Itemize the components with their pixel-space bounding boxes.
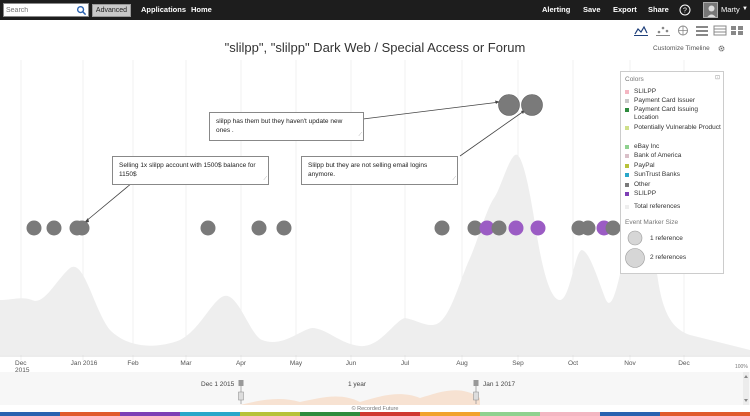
legend-swatch xyxy=(625,108,629,112)
legend-swatch xyxy=(625,90,629,94)
marker-size-1-label: 1 reference xyxy=(650,235,683,242)
axis-label: Jun xyxy=(345,360,357,367)
marker-size-title: Event Marker Size xyxy=(625,219,679,226)
event-callout[interactable]: slilpp has them but they haven't update … xyxy=(209,112,364,141)
event-marker-large[interactable] xyxy=(521,94,543,116)
resize-handle-icon[interactable]: ⟋ xyxy=(358,131,362,140)
axis-label-text: 2015 xyxy=(15,367,30,374)
calendar-icon[interactable] xyxy=(238,380,244,386)
calendar-icon[interactable] xyxy=(473,380,479,386)
axis-label: Jul xyxy=(400,360,410,367)
legend-label: Other xyxy=(634,181,651,188)
event-marker[interactable] xyxy=(251,220,267,236)
legend-label: Total references xyxy=(634,203,681,210)
legend-swatch xyxy=(625,183,629,187)
legend-label: Payment Card Issuing Location xyxy=(634,106,698,121)
legend-swatch xyxy=(625,145,629,149)
close-icon[interactable]: ⊡ xyxy=(715,74,720,81)
axis-label: Oct xyxy=(567,360,579,367)
event-marker[interactable] xyxy=(74,220,90,236)
range-end-label: Jan 1 2017 xyxy=(483,381,516,388)
callout-connector xyxy=(84,182,133,223)
range-end-handle[interactable] xyxy=(473,391,479,401)
legend-label: eBay Inc xyxy=(634,143,660,150)
event-marker[interactable] xyxy=(530,220,546,236)
legend-swatch xyxy=(625,192,629,196)
event-marker[interactable] xyxy=(200,220,216,236)
range-start-label: Dec 1 2015 xyxy=(201,381,235,388)
event-marker[interactable] xyxy=(46,220,62,236)
callout-text: slilpp has them but they haven't update … xyxy=(216,118,343,134)
legend-panel: Colors ⊡ SLILPP Payment Card Issuer Paym… xyxy=(620,71,724,274)
event-marker[interactable] xyxy=(276,220,292,236)
legend-swatch xyxy=(625,205,629,209)
event-marker[interactable] xyxy=(491,220,507,236)
event-marker-large[interactable] xyxy=(498,94,520,116)
legend-swatch xyxy=(625,126,629,130)
axis-label: Aug xyxy=(456,360,468,367)
event-marker[interactable] xyxy=(580,220,596,236)
event-marker[interactable] xyxy=(26,220,42,236)
axis-label: Jan 2016 xyxy=(70,360,98,367)
axis-label-dec-2015: Dec 2015 xyxy=(15,360,29,374)
legend-label: Bank of America xyxy=(634,152,682,159)
legend-label: SLILPP xyxy=(634,190,657,197)
legend-label: PayPal xyxy=(634,162,655,169)
axis-label: May xyxy=(289,360,303,367)
axis-label: Apr xyxy=(235,360,247,367)
callout-text: Selling 1x slilpp account with 1500$ bal… xyxy=(119,162,256,178)
axis-label: Dec xyxy=(678,360,690,367)
callout-text: Slilpp but they are not selling email lo… xyxy=(308,162,428,178)
axis-label-text: Dec xyxy=(15,360,27,367)
event-callout[interactable]: Slilpp but they are not selling email lo… xyxy=(301,156,458,185)
resize-handle-icon[interactable]: ⟋ xyxy=(263,175,267,184)
legend-swatch xyxy=(625,173,629,177)
legend-label: SLILPP xyxy=(634,88,657,95)
legend-label: Payment Card Issuer xyxy=(634,97,696,104)
legend-swatch xyxy=(625,99,629,103)
range-span-label: 1 year xyxy=(348,381,367,388)
legend-title: Colors xyxy=(625,76,644,83)
axis-label: Sep xyxy=(512,360,524,367)
callout-connector xyxy=(459,110,525,157)
legend-label: Potentially Vulnerable Product xyxy=(634,124,721,131)
footer-copyright: © Recorded Future xyxy=(351,406,399,412)
event-callout[interactable]: Selling 1x slilpp account with 1500$ bal… xyxy=(112,156,269,185)
resize-handle-icon[interactable]: ⟋ xyxy=(452,175,456,184)
axis-label: Feb xyxy=(127,360,139,367)
event-marker[interactable] xyxy=(508,220,524,236)
category-color-strip xyxy=(0,412,750,416)
legend-label: SunTrust Banks xyxy=(634,171,681,178)
range-start-handle[interactable] xyxy=(238,391,244,401)
axis-label: Nov xyxy=(624,360,636,367)
marker-size-2-label: 2 references xyxy=(650,254,687,261)
event-marker[interactable] xyxy=(434,220,450,236)
legend-swatch xyxy=(625,164,629,168)
legend-swatch xyxy=(625,154,629,158)
marker-size-samples xyxy=(625,230,645,268)
axis-label: Mar xyxy=(180,360,192,367)
callout-connector xyxy=(362,101,501,120)
event-marker[interactable] xyxy=(605,220,621,236)
zoom-percent: 100% xyxy=(735,364,748,370)
